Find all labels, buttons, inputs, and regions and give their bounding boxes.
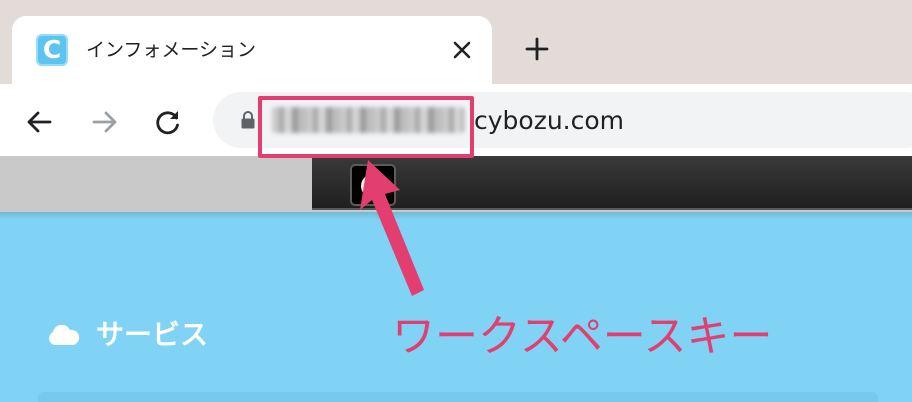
- services-section-label: サービス: [96, 318, 209, 351]
- favicon-icon: C: [36, 34, 68, 66]
- new-tab-icon[interactable]: [522, 34, 552, 64]
- browser-tab[interactable]: C インフォメーション: [12, 16, 492, 90]
- tab-join: [12, 80, 492, 92]
- annotation-arrow: [360, 160, 424, 296]
- url-domain: cybozu.com: [474, 106, 625, 135]
- header-shadow: [0, 212, 912, 220]
- reload-icon[interactable]: [152, 106, 184, 138]
- workspace-key-annotation: ワークスペースキー: [392, 312, 773, 362]
- tab-title: インフォメーション: [86, 39, 257, 61]
- workspace-key-highlight: [258, 96, 474, 158]
- forward-arrow-icon[interactable]: [88, 106, 120, 138]
- cloud-icon: [49, 324, 80, 345]
- back-arrow-icon[interactable]: [24, 106, 56, 138]
- close-tab-icon[interactable]: [448, 36, 476, 64]
- lock-icon[interactable]: [240, 110, 256, 130]
- service-card-edge: [38, 392, 878, 402]
